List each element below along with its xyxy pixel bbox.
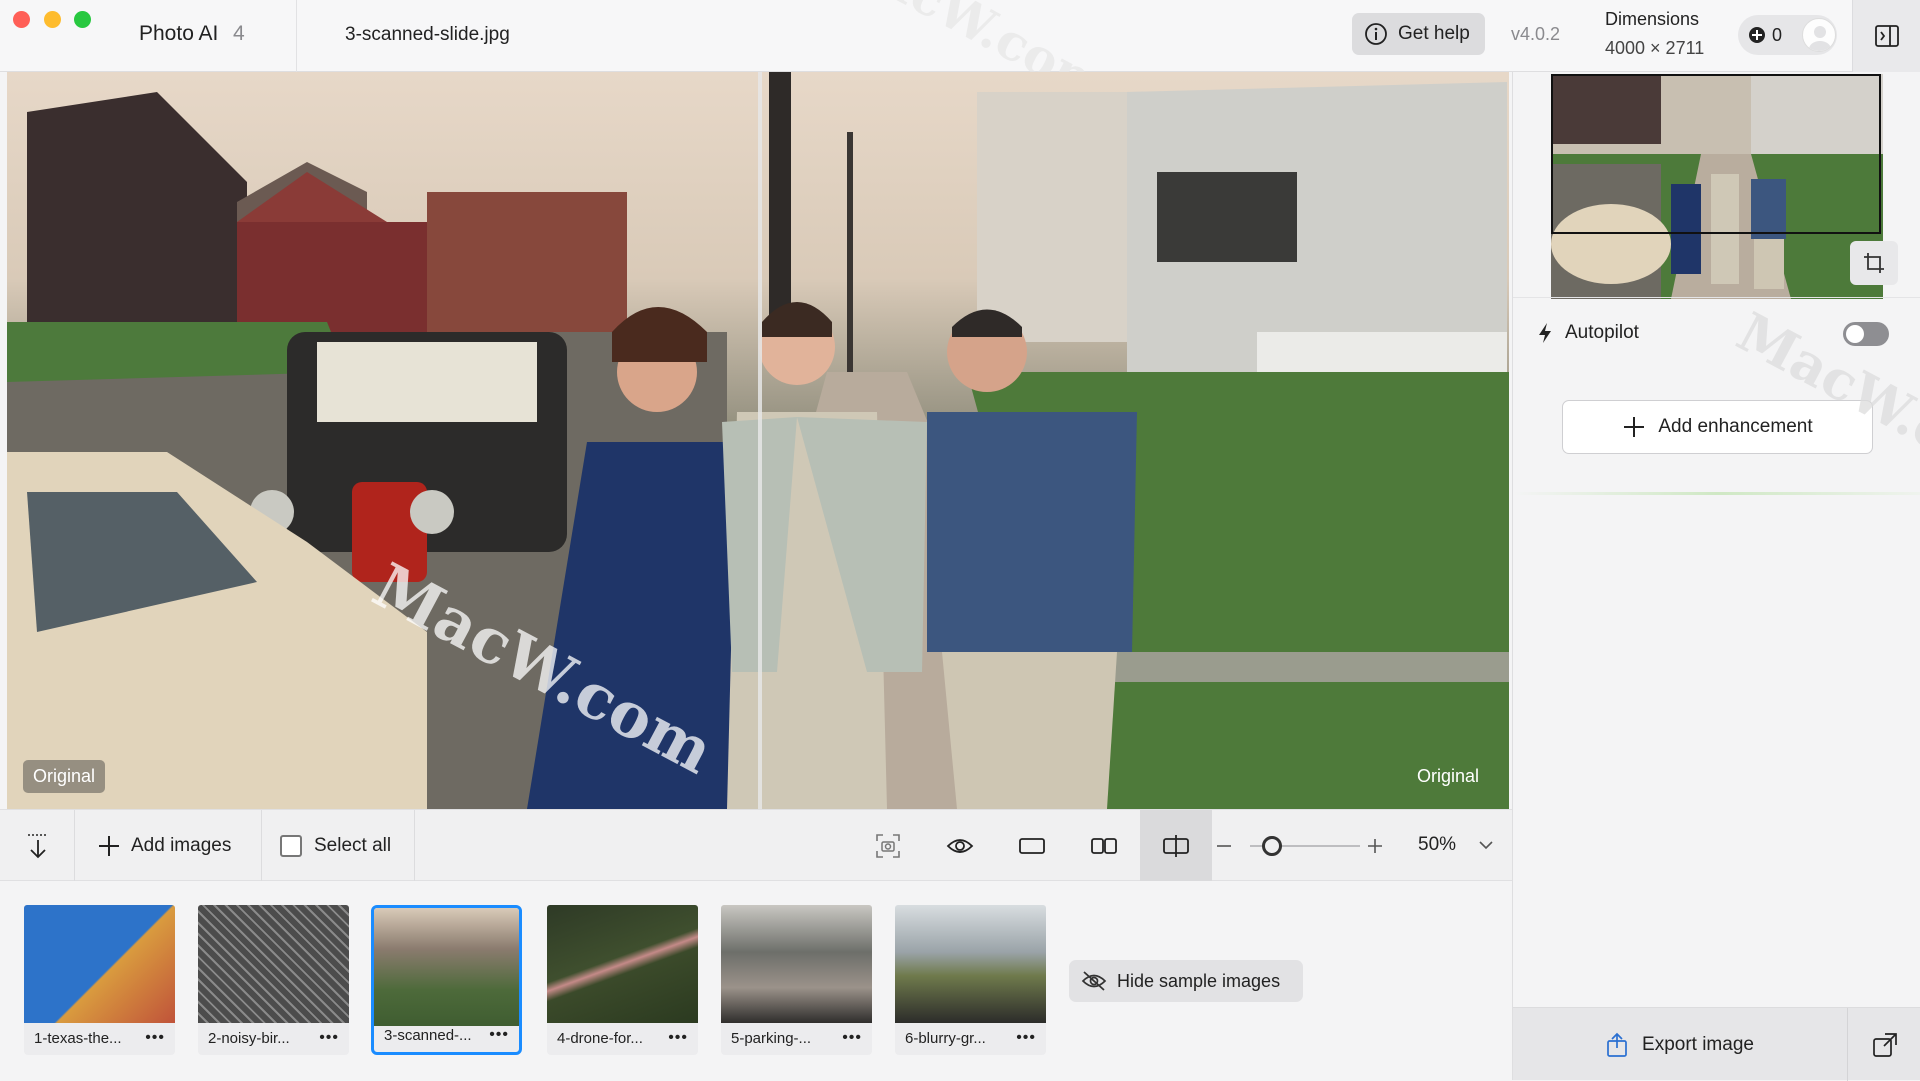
hide-sample-images-label: Hide sample images xyxy=(1117,970,1281,991)
split-view-divider[interactable] xyxy=(758,72,762,809)
thumbnail-image xyxy=(198,905,349,1023)
thumbnail-item[interactable]: 1-texas-the... ••• xyxy=(24,905,175,1055)
info-icon xyxy=(1365,23,1387,45)
get-help-label: Get help xyxy=(1398,23,1470,44)
right-panel: Autopilot Add enhancement MacW.com Expor… xyxy=(1512,72,1920,1081)
credit-icon xyxy=(1749,27,1765,43)
add-enhancement-button[interactable]: Add enhancement xyxy=(1562,400,1873,454)
eye-icon xyxy=(946,838,974,853)
single-view-icon xyxy=(1019,837,1045,854)
add-images-button[interactable]: Add images xyxy=(97,810,231,881)
thumbnail-label: 1-texas-the... xyxy=(34,1030,122,1047)
dimensions-value: 4000 × 2711 xyxy=(1605,38,1705,58)
thumbnail-label: 2-noisy-bir... xyxy=(208,1030,290,1047)
image-preview[interactable]: Original Original MacW.com xyxy=(7,72,1509,809)
lightning-icon xyxy=(1539,323,1551,343)
thumbnail-image xyxy=(24,905,175,1023)
file-name: 3-scanned-slide.jpg xyxy=(345,24,510,45)
add-enhancement-label: Add enhancement xyxy=(1658,416,1813,437)
zoom-window-button[interactable] xyxy=(74,11,91,28)
select-all-checkbox[interactable]: Select all xyxy=(280,810,391,881)
more-options-icon[interactable]: ••• xyxy=(842,1029,862,1047)
original-label-left: Original xyxy=(23,760,106,793)
side-by-side-icon xyxy=(1091,837,1117,854)
thumbnail-label: 6-blurry-gr... xyxy=(905,1030,986,1047)
toggle-knob xyxy=(1846,325,1864,343)
thumbnail-image xyxy=(895,905,1046,1023)
crop-icon xyxy=(1864,253,1884,273)
app-version-badge: 4 xyxy=(233,22,245,45)
get-help-button[interactable]: Get help xyxy=(1352,13,1485,55)
panel-highlight-line xyxy=(1513,492,1920,495)
export-bar: Export image xyxy=(1513,1007,1920,1081)
bottom-toolbar: Add images Select all 50% xyxy=(0,809,1512,881)
more-options-icon[interactable]: ••• xyxy=(319,1029,339,1047)
camera-frame-icon xyxy=(876,833,900,858)
autopilot-label: Autopilot xyxy=(1565,322,1639,343)
thumbnail-image xyxy=(547,905,698,1023)
screenshot-button[interactable] xyxy=(852,810,924,881)
autopilot-row: Autopilot xyxy=(1537,322,1639,344)
import-button[interactable] xyxy=(2,810,74,881)
thumbnail-label: 4-drone-for... xyxy=(557,1030,643,1047)
plus-icon xyxy=(1624,417,1645,437)
export-settings-button[interactable] xyxy=(1847,1008,1920,1081)
more-options-icon[interactable]: ••• xyxy=(145,1029,165,1047)
thumbnail-label: 3-scanned-... xyxy=(384,1027,472,1044)
share-icon xyxy=(1607,1032,1627,1057)
autopilot-toggle[interactable] xyxy=(1843,322,1889,346)
side-by-side-button[interactable] xyxy=(1068,810,1140,881)
add-images-label: Add images xyxy=(131,834,232,856)
zoom-out-icon[interactable] xyxy=(1216,839,1232,853)
dimensions-title: Dimensions xyxy=(1605,9,1700,29)
title-divider xyxy=(296,0,297,72)
select-all-label: Select all xyxy=(314,834,392,856)
chevron-down-icon[interactable] xyxy=(1478,840,1494,850)
thumbnail-image xyxy=(374,908,519,1026)
navigator-viewport[interactable] xyxy=(1551,74,1881,234)
minimize-window-button[interactable] xyxy=(44,11,61,28)
thumbnail-strip: 1-texas-the... ••• 2-noisy-bir... ••• 3-… xyxy=(0,881,1512,1080)
toolbar-divider xyxy=(414,810,415,881)
original-label-right: Original xyxy=(1416,766,1479,786)
thumbnail-item[interactable]: 5-parking-... ••• xyxy=(721,905,872,1055)
plus-icon xyxy=(99,835,119,856)
thumbnail-item[interactable]: 4-drone-for... ••• xyxy=(547,905,698,1055)
single-view-button[interactable] xyxy=(996,810,1068,881)
more-options-icon[interactable]: ••• xyxy=(489,1026,509,1044)
export-image-button[interactable]: Export image xyxy=(1513,1008,1847,1081)
thumbnail-item-selected[interactable]: 3-scanned-... ••• xyxy=(371,905,522,1055)
app-window: Photo AI 4 3-scanned-slide.jpg MacW.com … xyxy=(0,0,1920,1081)
export-image-label: Export image xyxy=(1642,1033,1754,1055)
zoom-in-icon[interactable] xyxy=(1367,838,1383,854)
zoom-slider-knob[interactable] xyxy=(1262,836,1282,856)
split-view-button[interactable] xyxy=(1140,810,1212,881)
preview-toggle-button[interactable] xyxy=(924,810,996,881)
thumbnail-image xyxy=(721,905,872,1023)
thumbnail-label: 5-parking-... xyxy=(731,1030,812,1047)
hide-sample-images-button[interactable]: Hide sample images xyxy=(1069,960,1303,1002)
more-options-icon[interactable]: ••• xyxy=(1016,1029,1036,1047)
export-settings-icon xyxy=(1872,1032,1897,1057)
more-options-icon[interactable]: ••• xyxy=(668,1029,688,1047)
credits-count: 0 xyxy=(1772,24,1783,45)
split-view-icon xyxy=(1163,834,1189,857)
user-avatar[interactable] xyxy=(1802,18,1836,52)
version-label: v4.0.2 xyxy=(1511,24,1561,44)
eye-slash-icon xyxy=(1081,971,1107,991)
thumbnail-item[interactable]: 6-blurry-gr... ••• xyxy=(895,905,1046,1055)
close-window-button[interactable] xyxy=(13,11,30,28)
toggle-sidebar-button[interactable] xyxy=(1852,0,1920,72)
zoom-level[interactable]: 50% xyxy=(1418,834,1456,856)
panel-divider xyxy=(1513,297,1920,298)
title-bar: Photo AI 4 3-scanned-slide.jpg MacW.com … xyxy=(0,0,1920,116)
download-arrow-icon xyxy=(28,833,48,858)
thumbnail-item[interactable]: 2-noisy-bir... ••• xyxy=(198,905,349,1055)
toolbar-divider xyxy=(74,810,75,881)
crop-button[interactable] xyxy=(1850,241,1898,285)
app-name: Photo AI xyxy=(139,22,219,45)
toolbar-divider xyxy=(261,810,262,881)
sidebar-icon xyxy=(1874,25,1899,47)
checkbox-box[interactable] xyxy=(280,834,302,857)
